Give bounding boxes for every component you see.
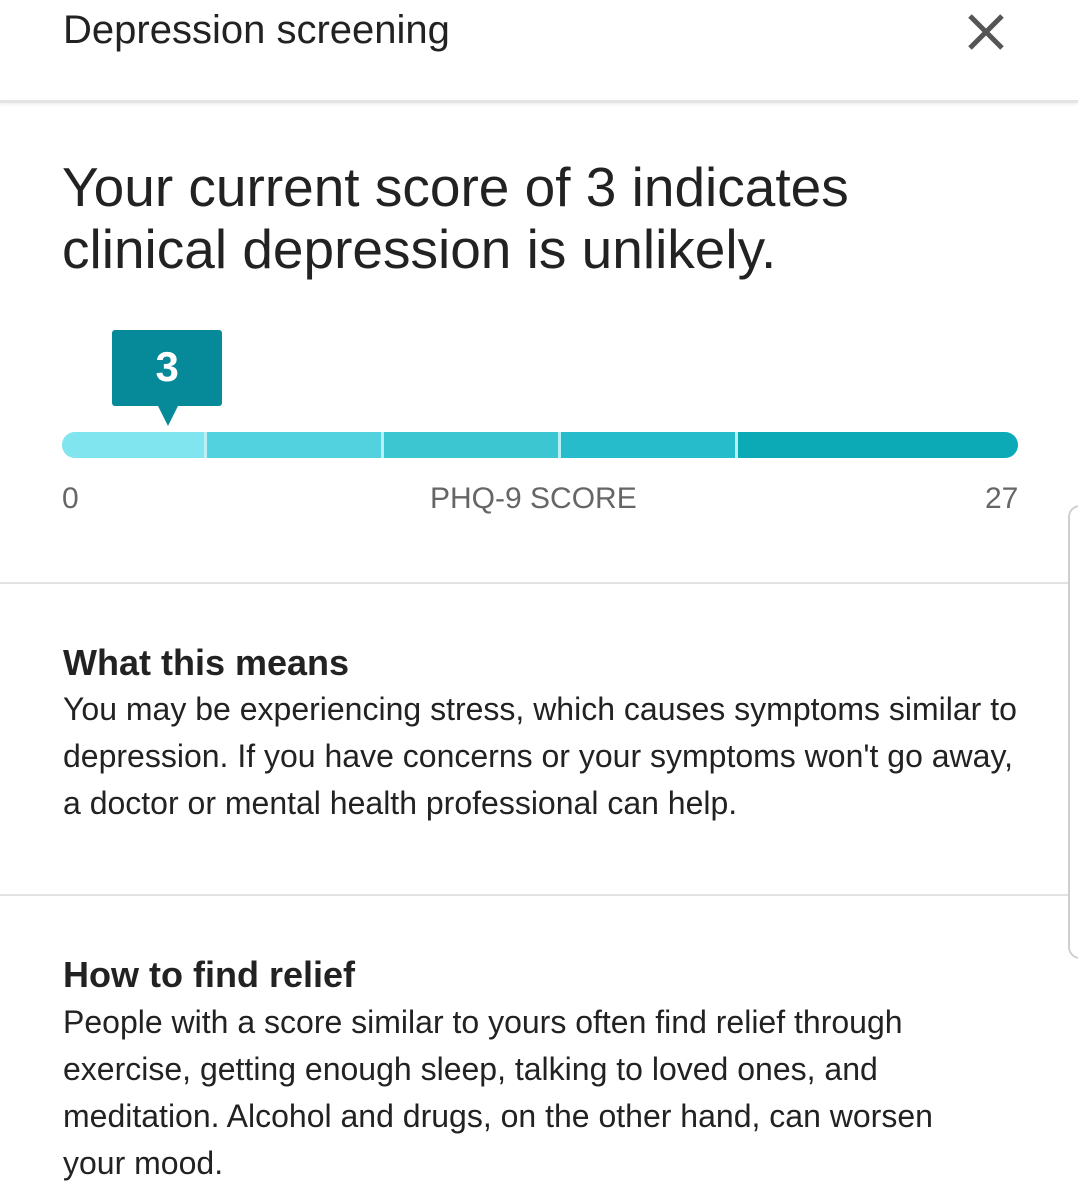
result-headline: Your current score of 3 indicates clinic… bbox=[62, 156, 849, 280]
section-heading-relief: How to find relief bbox=[63, 954, 355, 995]
section-heading-meaning: What this means bbox=[63, 642, 350, 683]
page-title: Depression screening bbox=[63, 8, 450, 52]
scale-min-label: 0 bbox=[62, 482, 79, 515]
app-header: Depression screening bbox=[0, 0, 1078, 103]
scale-max-label: 27 bbox=[985, 482, 1019, 515]
section-body-relief: People with a score similar to yours oft… bbox=[63, 1004, 933, 1181]
score-marker-pointer bbox=[157, 404, 180, 426]
close-button[interactable] bbox=[962, 8, 1010, 56]
score-marker: 3 bbox=[112, 330, 223, 406]
score-bar-segment bbox=[383, 432, 558, 458]
divider bbox=[0, 582, 1078, 584]
close-icon bbox=[968, 14, 1004, 50]
score-bar-segment bbox=[62, 432, 204, 458]
scale-axis-label: PHQ-9 SCORE bbox=[430, 482, 637, 515]
score-bar-segment bbox=[560, 432, 735, 458]
scrollbar[interactable] bbox=[1068, 505, 1078, 959]
score-bar bbox=[62, 432, 1018, 458]
divider bbox=[0, 894, 1078, 896]
score-bar-segment bbox=[206, 432, 381, 458]
section-body-meaning: You may be experiencing stress, which ca… bbox=[63, 691, 1017, 821]
score-bar-segment bbox=[737, 432, 1018, 458]
